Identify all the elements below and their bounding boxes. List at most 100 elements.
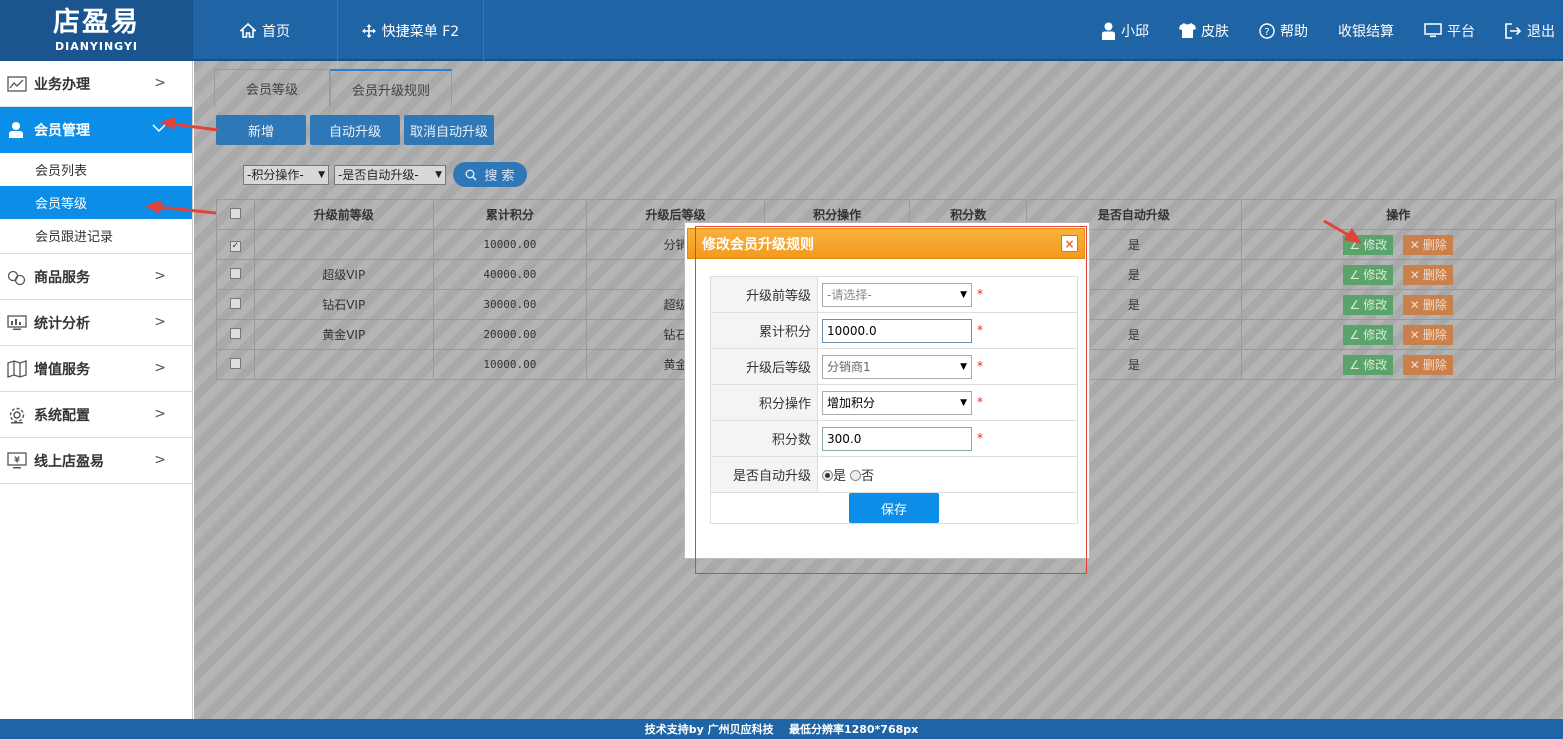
is-auto-select[interactable]: -是否自动升级- ▼ [334,164,446,185]
edit-button[interactable]: ∠ 修改 [1343,264,1394,285]
edit-button[interactable]: ∠ 修改 [1343,324,1394,345]
nav-home[interactable]: 首页 [193,0,338,61]
nav-platform[interactable]: 平台 [1424,21,1475,41]
points-op-field-select[interactable]: 增加积分 ▼ [822,390,972,415]
points-op-select[interactable]: -积分操作- ▼ [243,164,329,185]
logout-icon [1505,22,1522,39]
row-checkbox[interactable] [229,357,241,369]
nav-checkout-label: 收银结算 [1338,23,1394,40]
user-icon [1102,22,1115,40]
sidebar-sub-label: 会员跟进记录 [35,230,114,245]
delete-button[interactable]: ✕ 删除 [1403,354,1454,375]
chevron-right-icon: > [154,75,166,91]
save-button[interactable]: 保存 [849,493,939,523]
delete-button[interactable]: ✕ 删除 [1403,324,1454,345]
nav-user[interactable]: 小邱 [1101,21,1149,41]
close-button[interactable]: × [1061,235,1078,252]
add-button[interactable]: 新增 [216,115,306,145]
dropdown-arrow-icon: ▼ [435,169,442,180]
field-cell: 增加积分 ▼ * [817,384,1078,421]
dropdown-arrow-icon: ▼ [960,361,967,372]
nav-skin-label: 皮肤 [1201,23,1229,40]
column-header[interactable]: 升级前等级 [253,199,434,230]
sidebar-item-business[interactable]: 业务办理 > [0,61,192,107]
nav-help[interactable]: ? 帮助 [1259,21,1308,41]
top-bar: 店盈易 DIANYINGYI 首页 快捷菜单 F2 小邱 皮肤 ? 帮助 收银结… [0,0,1563,61]
select-all-checkbox[interactable] [229,207,241,219]
sidebar-item-label: 线上店盈易 [34,453,104,470]
auto-no-label: 否 [861,469,875,484]
auto-upgrade-button[interactable]: 自动升级 [310,115,400,145]
nav-home-label: 首页 [262,23,290,40]
logo[interactable]: 店盈易 DIANYINGYI [0,0,193,61]
close-icon: ✕ [1409,237,1420,252]
cell-before-level [253,349,434,380]
form-row: 累计积分 10000.0 * [710,312,1078,349]
cell-actions: ∠ 修改 ✕ 删除 [1240,289,1557,320]
dialog-title: 修改会员升级规则 [702,236,814,253]
required-mark: * [977,287,983,301]
search-button[interactable]: 搜 索 [453,162,527,187]
row-checkbox[interactable]: ✓ [229,241,241,252]
shirt-icon [1179,23,1196,38]
sidebar-item-online[interactable]: ¥ 线上店盈易 > [0,438,192,484]
sidebar-sub-follow-up[interactable]: 会员跟进记录 [0,219,192,252]
monitor-yen-icon: ¥ [6,451,28,470]
delete-button[interactable]: ✕ 删除 [1403,294,1454,315]
before-level-select[interactable]: -请选择- ▼ [822,282,972,307]
toolbar: 新增 自动升级 取消自动升级 [216,115,494,145]
field-cell: 是 否 [817,456,1078,493]
tab-upgrade-rules[interactable]: 会员升级规则 [330,69,452,107]
sidebar-item-label: 增值服务 [34,361,90,378]
close-icon: ✕ [1409,327,1420,342]
tab-member-level[interactable]: 会员等级 [214,69,330,107]
stats-icon [6,314,28,332]
delete-button[interactable]: ✕ 删除 [1403,264,1454,285]
user-icon [6,121,28,139]
points-num-input[interactable]: 300.0 [822,426,972,451]
column-header[interactable]: 累计积分 [432,199,588,230]
pencil-icon: ∠ [1349,297,1361,312]
after-level-select[interactable]: 分销商1 ▼ [822,354,972,379]
cancel-auto-upgrade-button[interactable]: 取消自动升级 [404,115,494,145]
nav-skin[interactable]: 皮肤 [1179,21,1229,41]
edit-button[interactable]: ∠ 修改 [1343,354,1394,375]
search-icon [465,169,477,181]
points-input[interactable]: 10000.0 [822,318,972,343]
footer: 技术支持by 广州贝应科技 最低分辨率1280*768px [0,719,1563,739]
points-op-select-value: -积分操作- [247,168,304,182]
row-checkbox[interactable] [229,327,241,339]
sidebar-item-goods[interactable]: 商品服务 > [0,254,192,300]
cell-actions: ∠ 修改 ✕ 删除 [1240,349,1557,380]
sidebar-sub-label: 会员列表 [35,164,88,179]
cell-points: 10000.00 [432,229,588,260]
sidebar-sub-member-list[interactable]: 会员列表 [0,153,192,186]
sidebar-item-stats[interactable]: 统计分析 > [0,300,192,346]
nav-checkout[interactable]: 收银结算 [1338,21,1394,41]
nav-logout[interactable]: 退出 [1505,21,1555,41]
row-checkbox[interactable] [229,297,241,309]
nav-platform-label: 平台 [1447,23,1475,40]
svg-text:?: ? [1264,27,1269,38]
dialog-header: 修改会员升级规则 × [687,228,1085,259]
row-checkbox[interactable] [229,267,241,279]
dropdown-arrow-icon: ▼ [960,397,967,408]
nav-quick-menu[interactable]: 快捷菜单 F2 [338,0,484,61]
before-level-value: -请选择- [827,288,872,302]
auto-yes-radio[interactable] [822,470,833,481]
field-label: 累计积分 [710,312,818,349]
filter-bar: -积分操作- ▼ -是否自动升级- ▼ 搜 索 [243,162,527,187]
pencil-icon: ∠ [1349,357,1361,372]
sidebar-item-system[interactable]: 系统配置 > [0,392,192,438]
edit-button[interactable]: ∠ 修改 [1343,294,1394,315]
sidebar-item-value-added[interactable]: 增值服务 > [0,346,192,392]
edit-button-label: 修改 [1363,268,1388,282]
cell-before-level: 超级VIP [253,259,434,290]
delete-button-label: 删除 [1422,268,1447,282]
auto-no-radio[interactable] [850,470,862,481]
delete-button-label: 删除 [1422,358,1447,372]
tab-label: 会员升级规则 [351,83,430,99]
nav-logout-label: 退出 [1527,23,1555,40]
cell-actions: ∠ 修改 ✕ 删除 [1240,319,1557,350]
delete-button[interactable]: ✕ 删除 [1403,234,1454,255]
